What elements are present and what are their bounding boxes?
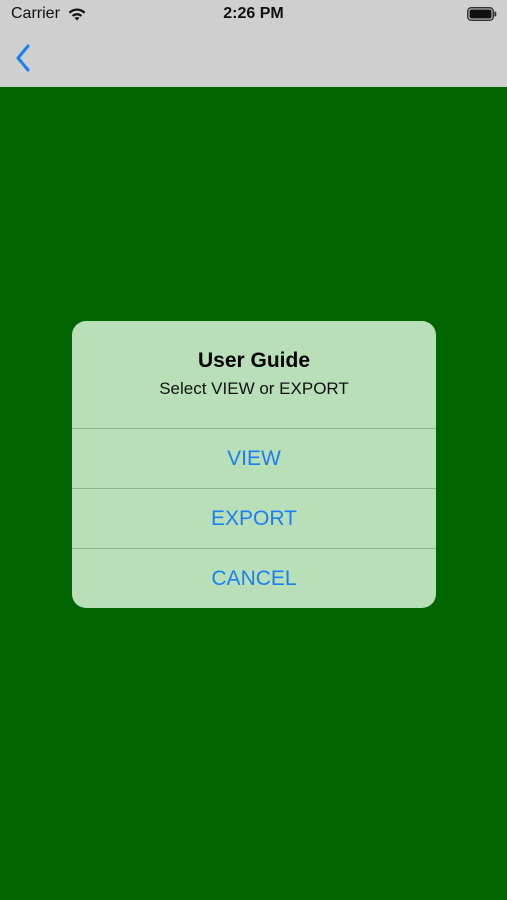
clock: 2:26 PM	[223, 5, 284, 22]
cancel-button[interactable]: CANCEL	[72, 548, 436, 608]
alert-header: User Guide Select VIEW or EXPORT	[72, 321, 436, 428]
battery-full-icon	[467, 7, 497, 21]
status-bar: Carrier 2:26 PM	[0, 0, 507, 30]
export-button[interactable]: EXPORT	[72, 488, 436, 548]
back-button[interactable]	[8, 40, 38, 76]
navigation-bar	[0, 30, 507, 87]
view-button[interactable]: VIEW	[72, 428, 436, 488]
alert-message: Select VIEW or EXPORT	[159, 379, 349, 398]
alert-dialog: User Guide Select VIEW or EXPORT VIEW EX…	[72, 321, 436, 608]
alert-title: User Guide	[197, 349, 311, 372]
chevron-left-icon	[16, 44, 30, 72]
